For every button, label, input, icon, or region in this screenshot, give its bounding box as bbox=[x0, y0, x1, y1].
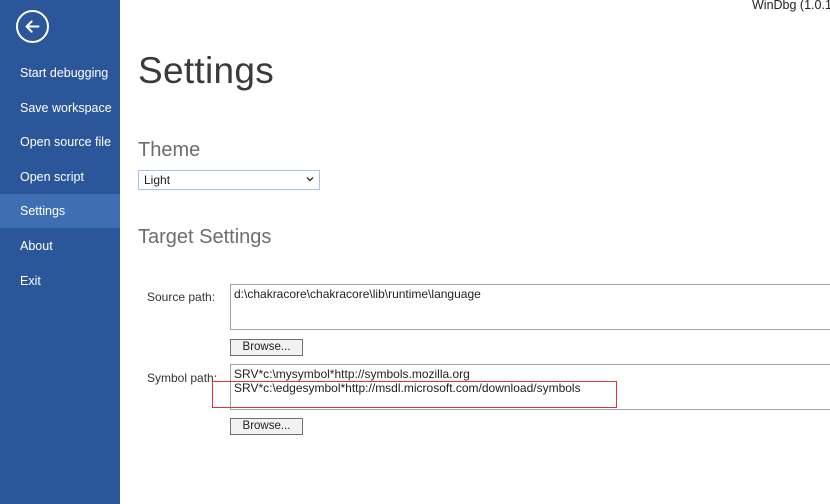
sidebar-item-label: Start debugging bbox=[20, 66, 109, 80]
sidebar-item-label: Save workspace bbox=[20, 101, 112, 115]
symbol-path-line: SRV*c:\edgesymbol*http://msdl.microsoft.… bbox=[234, 381, 581, 395]
symbol-path-line: SRV*c:\mysymbol*http://symbols.mozilla.o… bbox=[234, 367, 470, 381]
window-title: WinDbg (1.0.1 bbox=[752, 0, 830, 12]
theme-select[interactable]: Light bbox=[138, 170, 320, 190]
page-title: Settings bbox=[138, 50, 275, 91]
sidebar-item-open-script[interactable]: Open script bbox=[0, 160, 120, 194]
sidebar-item-save-workspace[interactable]: Save workspace bbox=[0, 91, 120, 125]
sidebar-item-about[interactable]: About bbox=[0, 229, 120, 263]
symbol-path-browse-button[interactable]: Browse... bbox=[230, 418, 303, 435]
theme-select-value: Light bbox=[144, 173, 171, 187]
target-settings-heading: Target Settings bbox=[138, 226, 272, 248]
sidebar-item-exit[interactable]: Exit bbox=[0, 264, 120, 298]
sidebar-item-label: About bbox=[20, 239, 53, 253]
back-button[interactable] bbox=[16, 10, 49, 43]
sidebar-item-label: Open script bbox=[20, 170, 84, 184]
theme-heading: Theme bbox=[138, 139, 201, 161]
source-path-browse-button[interactable]: Browse... bbox=[230, 339, 303, 356]
sidebar-item-settings[interactable]: Settings bbox=[0, 194, 120, 228]
symbol-path-label: Symbol path: bbox=[147, 371, 218, 385]
sidebar-item-open-source-file[interactable]: Open source file bbox=[0, 125, 120, 159]
chevron-down-icon bbox=[306, 177, 314, 182]
back-arrow-icon bbox=[25, 20, 40, 33]
sidebar-item-label: Open source file bbox=[20, 135, 112, 149]
sidebar-item-label: Settings bbox=[20, 204, 66, 218]
source-path-label: Source path: bbox=[147, 290, 216, 304]
sidebar-item-label: Exit bbox=[20, 274, 41, 288]
symbol-path-field[interactable]: SRV*c:\mysymbol*http://symbols.mozilla.o… bbox=[230, 364, 830, 410]
source-path-value: d:\chakracore\chakracore\lib\runtime\lan… bbox=[234, 287, 481, 301]
sidebar-item-start-debugging[interactable]: Start debugging bbox=[0, 56, 120, 90]
sidebar: Start debugging Save workspace Open sour… bbox=[0, 0, 120, 504]
source-path-field[interactable]: d:\chakracore\chakracore\lib\runtime\lan… bbox=[230, 284, 830, 330]
